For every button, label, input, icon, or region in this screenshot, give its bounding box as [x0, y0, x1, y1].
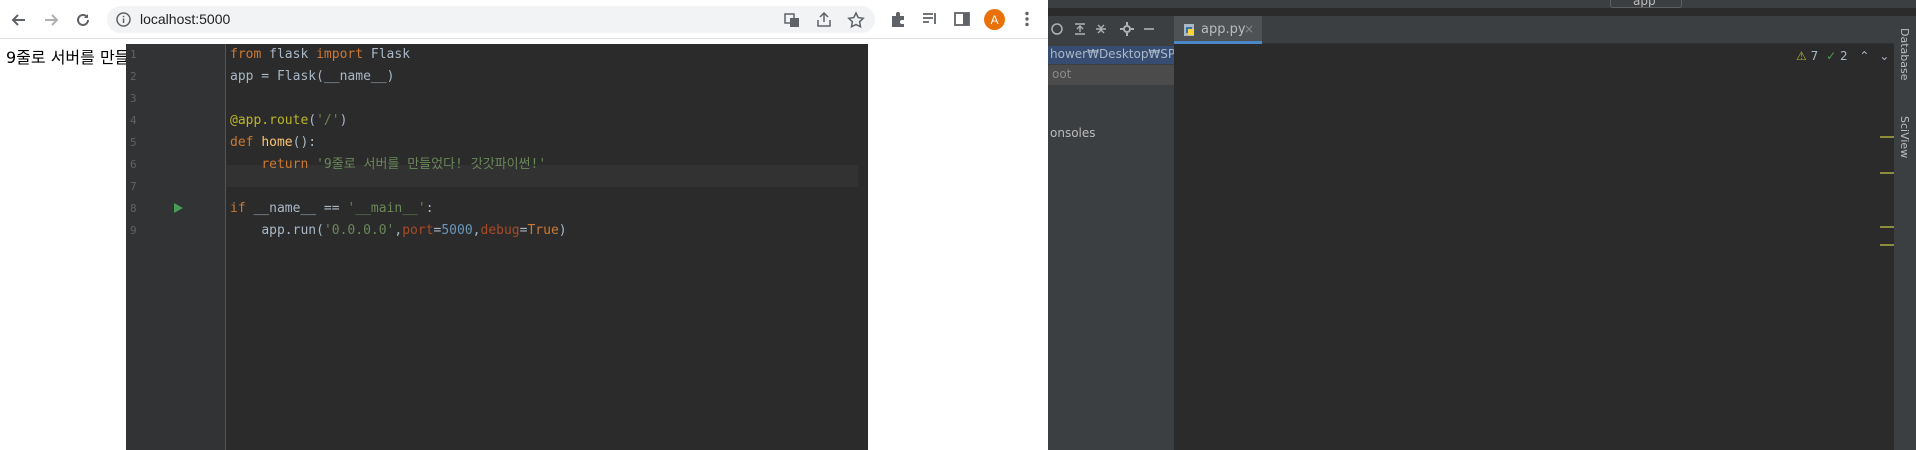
run-configuration-select[interactable]: app [1610, 0, 1682, 8]
code-line: app.run('0.0.0.0',port=5000,debug=True) [261, 223, 567, 238]
ide-window: app hower₩Desktop₩SPAR oot onsoles app.p… [1048, 0, 1916, 450]
python-file-icon [1184, 24, 1194, 36]
error-stripe-marker[interactable] [1880, 136, 1894, 138]
warning-count: 7 [1810, 49, 1819, 63]
project-root-label: oot [1052, 67, 1072, 81]
reload-button[interactable] [71, 8, 95, 32]
error-stripe-marker[interactable] [1880, 226, 1894, 228]
line-number: 3 [130, 92, 137, 105]
warning-icon: ⚠ [1796, 49, 1807, 63]
menu-dots-icon[interactable] [1018, 10, 1036, 28]
code-line: app = Flask(__name__) [230, 69, 395, 84]
code-line: if __name__ == '__main__': [230, 201, 434, 216]
collapse-all-icon[interactable] [1094, 22, 1108, 36]
tab-close-button[interactable]: × [1244, 22, 1254, 36]
right-tool-strip: Database SciView [1894, 16, 1916, 450]
share-icon[interactable] [815, 11, 833, 29]
line-number: 8 [130, 202, 137, 215]
project-panel: hower₩Desktop₩SPAR oot onsoles [1048, 16, 1174, 450]
side-panel-icon[interactable] [953, 10, 971, 28]
line-number: 9 [130, 224, 137, 237]
arrow-right-icon [45, 14, 59, 26]
profile-avatar[interactable]: A [984, 9, 1005, 30]
project-path[interactable]: hower₩Desktop₩SPAR [1050, 47, 1174, 61]
line-number: 6 [130, 158, 137, 171]
back-button[interactable] [7, 8, 31, 32]
code-editor[interactable]: from flask import Flask app = Flask(__na… [226, 44, 868, 450]
info-circle-icon[interactable] [115, 11, 132, 28]
ok-count: 2 [1839, 49, 1848, 63]
chevron-up-icon[interactable]: ⌃ [1859, 49, 1869, 63]
target-icon[interactable] [1050, 22, 1064, 36]
ide-toolbar: app [1048, 0, 1916, 8]
arrow-left-icon [11, 14, 25, 26]
translate-icon[interactable] [783, 11, 801, 29]
check-icon: ✓ [1826, 49, 1837, 63]
line-number: 4 [130, 114, 137, 127]
code-line: @app.route('/') [230, 113, 348, 128]
line-number: 5 [130, 136, 137, 149]
line-number: 2 [130, 70, 137, 83]
extensions-icon[interactable] [889, 10, 907, 28]
code-line: from flask import Flask [230, 47, 411, 62]
line-number: 7 [130, 180, 137, 193]
gear-icon[interactable] [1120, 22, 1134, 36]
star-icon[interactable] [847, 11, 865, 29]
tab-app-py[interactable]: app.py × [1174, 16, 1262, 44]
address-bar[interactable]: localhost:5000 [107, 6, 875, 33]
error-stripe-marker[interactable] [1880, 172, 1894, 174]
url-text: localhost:5000 [140, 11, 231, 27]
database-tool-tab[interactable]: Database [1898, 28, 1911, 81]
expand-all-icon[interactable] [1073, 22, 1087, 36]
sciview-tool-tab[interactable]: SciView [1898, 116, 1911, 158]
forward-button[interactable] [39, 8, 63, 32]
minimize-icon[interactable] [1142, 22, 1156, 36]
editor-gutter: 1 2 3 4 5 6 7 8 9 [126, 44, 226, 450]
inspections-widget[interactable]: ⚠ 7 ✓ 2 ⌃ ⌄ [1796, 49, 1889, 63]
error-stripe-marker[interactable] [1880, 244, 1894, 246]
reading-list-icon[interactable] [921, 10, 939, 28]
code-line: def home(): [230, 135, 317, 150]
scratches-consoles-item[interactable]: onsoles [1050, 126, 1096, 140]
editor-tab-bar: app.py × [1174, 16, 1916, 44]
reload-icon [77, 13, 89, 26]
project-panel-header [1048, 16, 1174, 42]
code-line: return '9줄로 서버를 만들었다! 갓갓파이썬!' [261, 157, 547, 172]
browser-toolbar: localhost:5000 A [0, 0, 1048, 39]
chevron-down-icon[interactable]: ⌄ [1879, 49, 1889, 63]
run-play-icon[interactable] [172, 202, 184, 214]
line-number: 1 [130, 48, 137, 61]
tab-label: app.py [1201, 22, 1246, 37]
